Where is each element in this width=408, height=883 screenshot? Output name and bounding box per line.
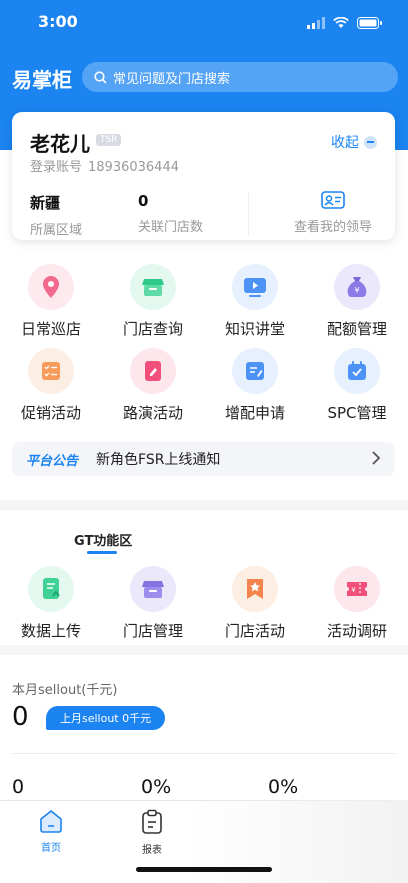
gt-store-activity[interactable]: 门店活动 [204,566,306,641]
home-indicator [136,867,272,872]
stores-value: 0 [138,192,149,210]
collapse-label: 收起 [331,135,359,151]
menu-store-query[interactable]: 门店查询 [102,264,204,339]
tab-label: 报表 [142,845,162,856]
gt-label: 数据上传 [20,622,81,640]
wifi-icon [333,14,349,33]
gt-label: 活动调研 [326,622,387,640]
home-icon [40,809,62,833]
metric-value: 0% [141,776,172,798]
menu-label: 促销活动 [20,404,81,422]
section-divider [0,500,408,510]
last-month-badge: 上月sellout 0千元 [46,706,166,730]
gt-activity-survey[interactable]: ¥ 活动调研 [306,566,408,641]
top-header: 易掌柜 常见问题及门店搜索 [0,58,408,96]
tab-home[interactable]: 首页 [21,809,81,854]
menu-roadshow[interactable]: 路演活动 [102,348,204,423]
menu-label: 日常巡店 [20,320,81,338]
tab-report[interactable]: 报表 [122,809,182,856]
section-divider [0,645,408,655]
menu-label: 门店查询 [122,320,183,338]
collapse-button[interactable]: 收起 [331,132,377,152]
ticket-icon: ¥ [334,566,380,612]
account-line: 登录账号 18936036444 [30,156,185,175]
status-icons [307,14,382,33]
edit-note-icon [130,348,176,394]
sellout-title: 本月sellout(千元) [12,683,118,698]
contact-card-icon [321,191,345,209]
menu-promotion[interactable]: 促销活动 [0,348,102,423]
notice-text: 新角色FSR上线通知 [96,452,221,468]
menu-label: SPC管理 [327,404,387,422]
gt-store-manage[interactable]: 门店管理 [102,566,204,641]
search-placeholder: 常见问题及门店搜索 [113,71,231,87]
stores-label: 关联门店数 [138,220,204,235]
gt-label: 门店活动 [224,622,285,640]
form-edit-icon [232,348,278,394]
card-divider [248,192,249,236]
money-bag-icon: ¥ [334,264,380,310]
app-brand: 易掌柜 [12,68,72,92]
gt-data-upload[interactable]: 数据上传 [0,566,102,641]
battery-icon [357,14,382,33]
region-stat: 新疆 所属区域 [30,192,82,238]
sellout-value: 0 [12,702,29,732]
platform-notice[interactable]: 平台公告 新角色FSR上线通知 [12,442,395,476]
calendar-check-icon [334,348,380,394]
menu-label: 增配申请 [224,404,285,422]
svg-text:¥: ¥ [351,586,356,594]
store-icon [130,264,176,310]
stores-stat[interactable]: 0 关联门店数 [138,192,203,235]
gt-label: 门店管理 [122,622,183,640]
account-number: 18936036444 [88,160,179,175]
document-upload-icon [28,566,74,612]
account-label: 登录账号 [30,160,83,175]
menu-label: 路演活动 [122,404,183,422]
checklist-icon [28,348,74,394]
leader-label: 查看我的领导 [293,220,372,235]
tab-label: 首页 [41,843,61,854]
menu-quota[interactable]: ¥ 配额管理 [306,264,408,339]
user-name: 老花儿 [30,132,90,156]
gt-section-tab[interactable]: GT功能区 [74,530,132,549]
chevron-right-icon [372,451,381,465]
menu-spc[interactable]: SPC管理 [306,348,408,423]
search-icon [94,70,107,84]
report-clipboard-icon [142,809,162,834]
role-tag: TSR [96,134,122,146]
notice-tag: 平台公告 [26,453,79,469]
menu-daily-patrol[interactable]: 日常巡店 [0,264,102,339]
signal-icon [307,14,325,33]
menu-knowledge[interactable]: 知识讲堂 [204,264,306,339]
region-value: 新疆 [30,194,61,212]
video-play-icon [232,264,278,310]
search-input[interactable]: 常见问题及门店搜索 [82,62,398,92]
svg-text:¥: ¥ [354,286,359,295]
menu-allocation[interactable]: 增配申请 [204,348,306,423]
region-label: 所属区域 [30,223,83,238]
location-pin-icon [28,264,74,310]
sellout-divider [12,753,396,754]
gt-tab-underline [87,551,117,554]
metric-value: 0% [268,776,299,798]
profile-card: 老花儿 TSR 收起 登录账号 18936036444 新疆 所属区域 0 关联门… [12,112,395,240]
menu-label: 配额管理 [326,320,387,338]
minus-circle-icon [364,135,377,149]
star-flag-icon [232,566,278,612]
status-time: 3:00 [38,12,78,31]
metric-value: 0 [12,776,25,798]
menu-label: 知识讲堂 [224,320,285,338]
store-manage-icon [130,566,176,612]
status-bar: 3:00 [0,0,408,44]
view-leader-button[interactable]: 查看我的领导 [288,190,378,235]
